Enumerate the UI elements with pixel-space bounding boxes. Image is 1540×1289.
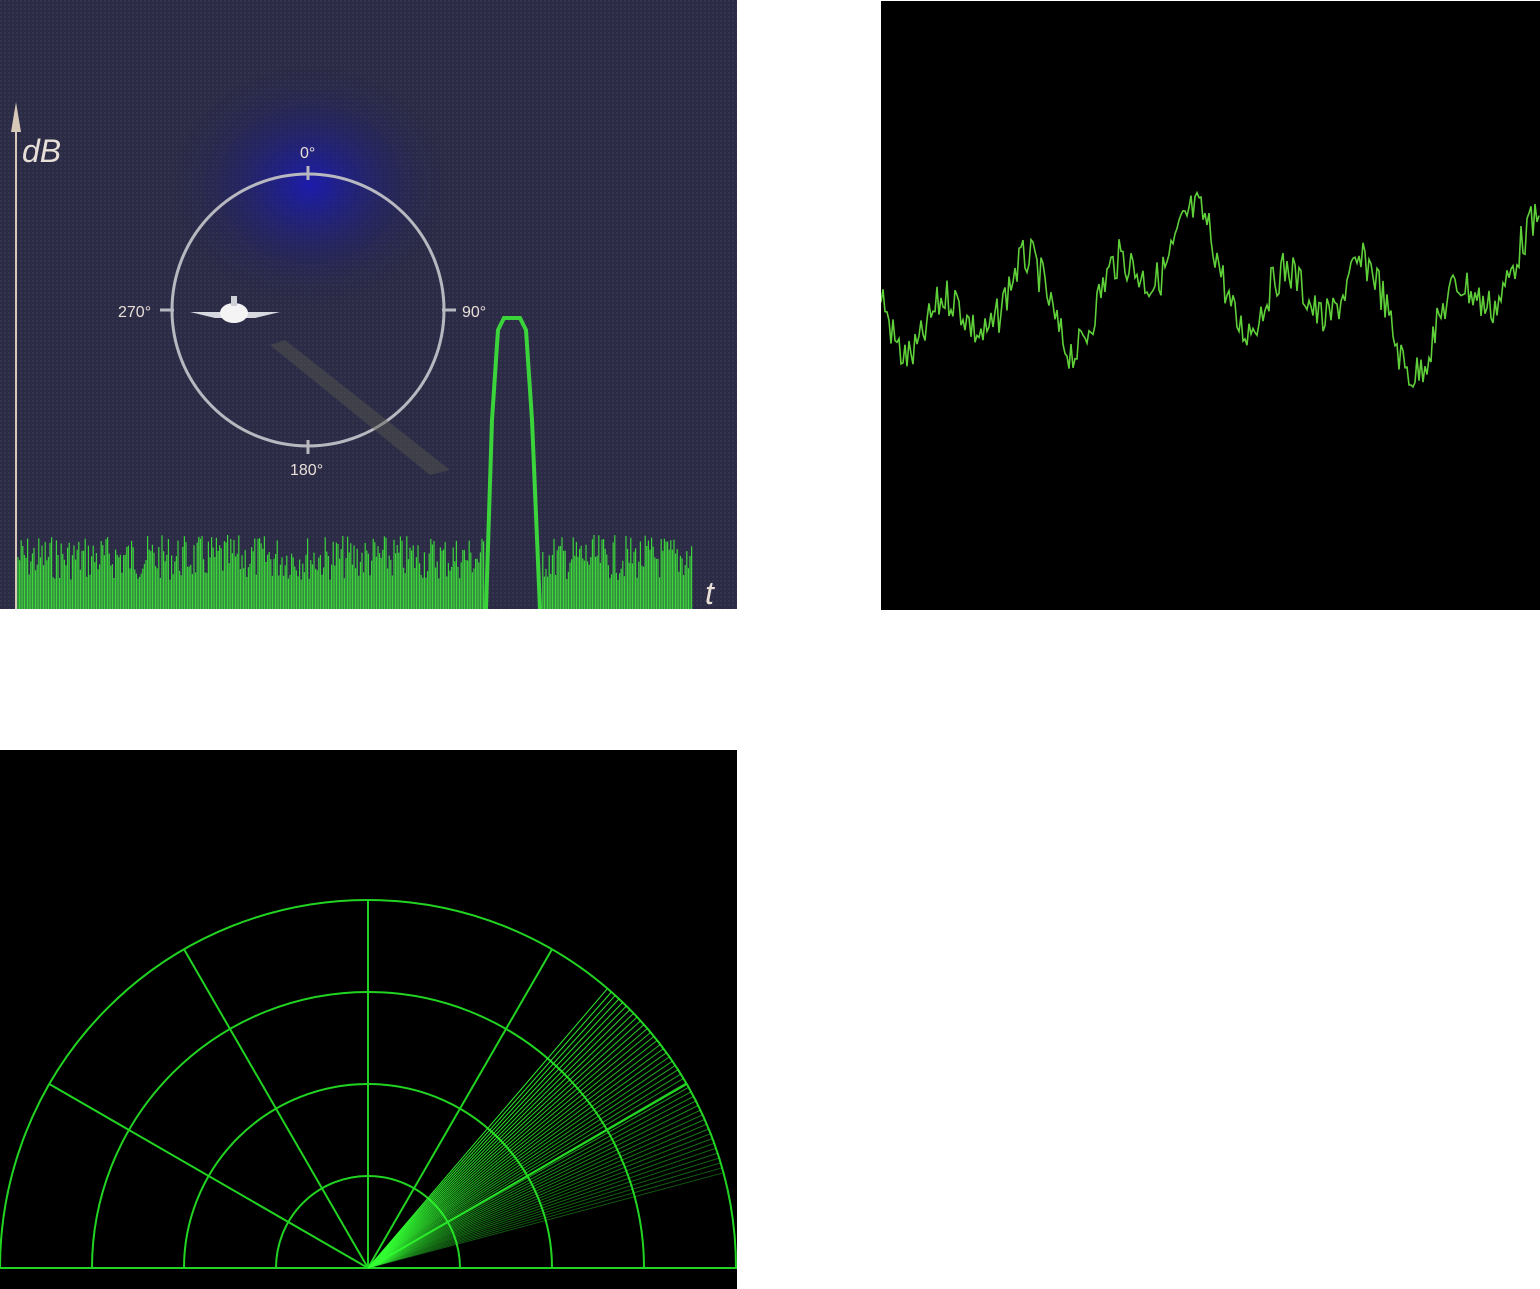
compass-label-0: 0° [300, 145, 315, 162]
sweep-svg [0, 750, 737, 1289]
compass-label-180: 180° [290, 462, 323, 479]
radar-lobe-panel: dB t 0° 90° 180° 270° [0, 0, 737, 609]
waveform-panel [881, 1, 1540, 610]
radar-lobe-svg: dB t 0° 90° 180° 270° [0, 0, 737, 609]
x-axis-label: t [705, 575, 715, 609]
waveform-svg [881, 1, 1540, 610]
sweep-panel [0, 750, 737, 1289]
compass-label-90: 90° [462, 304, 486, 321]
compass-label-270: 270° [118, 304, 151, 321]
y-axis-label: dB [22, 133, 61, 169]
antenna-glow [160, 55, 460, 315]
